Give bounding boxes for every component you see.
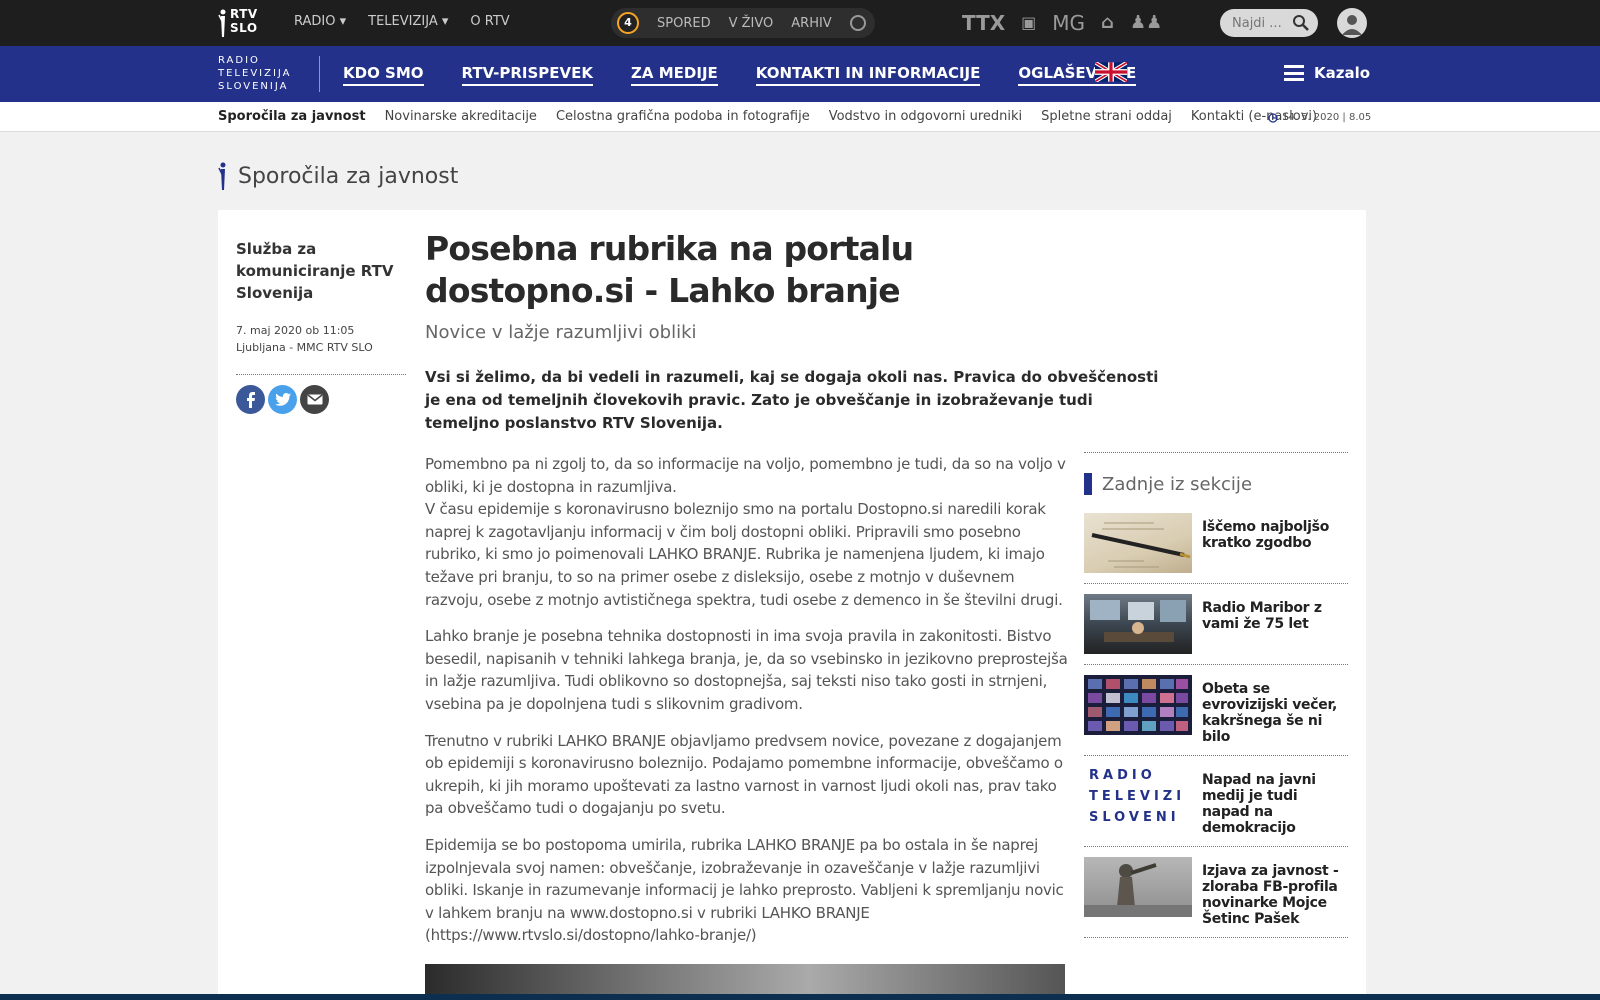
search-box [1220,9,1318,37]
subnav-spletne-strani[interactable]: Spletne strani oddaj [1041,109,1172,124]
nav-radio[interactable]: RADIO ▾ [294,14,346,29]
user-avatar-icon[interactable] [1337,8,1367,38]
search-icon[interactable] [1292,14,1310,32]
facebook-icon[interactable] [236,385,265,414]
twitter-icon[interactable] [268,385,297,414]
nav-televizija[interactable]: TELEVIZIJA ▾ [368,14,448,29]
subnav-akreditacije[interactable]: Novinarske akreditacije [385,109,537,124]
top-nav: RADIO ▾ TELEVIZIJA ▾ O RTV [294,14,510,29]
subnav-sporocila[interactable]: Sporočila za javnost [218,109,366,124]
sub-nav: Sporočila za javnost Novinarske akredita… [0,102,1600,132]
chevron-down-icon: ▾ [339,14,347,29]
nav-radio-label: RADIO [294,14,336,29]
bottom-bar [0,994,1600,1000]
email-icon[interactable] [300,385,329,414]
nav-televizija-label: TELEVIZIJA [368,14,438,29]
main-nav-bar: RADIO TELEVIZIJA SLOVENIJA KDO SMO RTV-P… [0,46,1600,102]
subnav-vodstvo[interactable]: Vodstvo in odgovorni uredniki [829,109,1022,124]
current-date: 14. 5. 2020 | 8.05 [1268,112,1371,123]
mg-icon[interactable]: MG [1052,9,1085,37]
rtv-figure-icon [218,9,226,37]
clock-icon [1268,112,1278,123]
sidebar-item-title: Radio Maribor z vami že 75 let [1202,600,1322,632]
ttx-icon[interactable]: TTX [962,9,1005,37]
logo-text-slo: SLO [230,21,258,35]
kazalo-label: Kazalo [1314,64,1371,82]
top-bar: RTV SLO RADIO ▾ TELEVIZIJA ▾ O RTV 4 SPOR… [0,0,1600,46]
spored-link[interactable]: SPORED [657,16,711,31]
date-text: 14. 5. 2020 | 8.05 [1282,112,1372,123]
article-author[interactable]: Služba za komuniciranje RTV Slovenija [236,238,406,304]
article-paragraph: Lahko branje je posebna tehnika dostopno… [425,627,1068,713]
sidebar-item-title: Obeta se evrovizijski večer, kakršnega š… [1202,681,1338,745]
article-paragraph: Trenutno v rubriki LAHKO BRANJE objavlja… [425,731,1063,818]
thumbnail-image: RADIO TELEVIZI SLOVENI [1084,766,1192,826]
sidebar-item-title: Izjava za javnost - zloraba FB-profila n… [1202,863,1339,927]
article-paragraph: Pomembno pa ni zgolj to, da so informaci… [425,453,1073,611]
people-icon[interactable]: ♟♟ [1130,9,1162,37]
english-flag-icon[interactable] [1095,62,1127,82]
hamburger-icon [1284,65,1304,81]
sidebar-item[interactable]: Iščemo najboljšo kratko zgodbo [1084,513,1348,584]
brand-icons: TTX ▣ MG ⌂ ♟♟ [962,9,1162,37]
main-nav: KDO SMO RTV-PRISPEVEK ZA MEDIJE KONTAKTI… [343,64,1137,86]
rtv-figure-icon [218,162,226,190]
sidebar-item[interactable]: Radio Maribor z vami že 75 let [1084,594,1348,665]
paragraph-text: Pomembno pa ni zgolj to, da so informaci… [425,455,1066,496]
rtv-slo-logo[interactable]: RTV SLO [218,7,270,39]
otv-icon[interactable]: ▣ [1021,9,1036,37]
accent-bar [1084,473,1092,495]
thumbnail-image [1084,675,1192,735]
thumbnail-image [1084,594,1192,654]
chevron-down-icon: ▾ [441,14,449,29]
article-lead: Vsi si želimo, da bi vedeli in razumeli,… [425,368,1159,432]
thumbnail-image [1084,513,1192,573]
channel-4-icon[interactable]: 4 [617,12,639,34]
sidebar-item[interactable]: Obeta se evrovizijski večer, kakršnega š… [1084,675,1348,756]
sidebar-item-title: Napad na javni medij je tudi napad na de… [1202,772,1316,836]
sidebar-header: Zadnje iz sekcije [1084,473,1348,495]
article-date: 7. maj 2020 ob 11:05 [236,324,355,337]
section-header: Sporočila za javnost [218,162,458,190]
sidebar-item[interactable]: RADIO TELEVIZI SLOVENI Napad na javni me… [1084,766,1348,847]
thumbnail-logo-text: RADIO TELEVIZI SLOVENI [1089,767,1186,825]
search-input[interactable] [1232,14,1294,32]
article-meta: Služba za komuniciranje RTV Slovenija 7.… [236,238,406,414]
thumbnail-image [1084,857,1192,917]
nav-kdo-smo[interactable]: KDO SMO [343,64,424,86]
arhiv-link[interactable]: ARHIV [791,16,831,31]
org-line-televizija: TELEVIZIJA [218,68,292,79]
article-paragraph: Epidemija se bo postopoma umirila, rubri… [425,835,1064,945]
sidebar-title: Zadnje iz sekcije [1102,473,1253,495]
nav-o-rtv[interactable]: O RTV [470,14,509,29]
rtv-house-icon[interactable]: ⌂ [1101,9,1114,37]
divider [319,56,320,92]
org-name[interactable]: RADIO TELEVIZIJA SLOVENIJA [218,54,292,93]
article-body: Pomembno pa ni zgolj to, da so informaci… [425,453,1073,961]
article-headline: Posebna rubrika na portalu dostopno.si -… [425,229,914,310]
divider [1084,452,1348,453]
sidebar-item[interactable]: Izjava za javnost - zloraba FB-profila n… [1084,857,1348,938]
v-zivo-link[interactable]: V ŽIVO [729,16,774,31]
kazalo-button[interactable]: Kazalo [1284,64,1370,82]
article-place: Ljubljana - MMC RTV SLO [236,341,373,354]
media-pill: 4 SPORED V ŽIVO ARHIV [611,8,875,38]
latest-section-sidebar: Zadnje iz sekcije Iščemo najboljšo kratk… [1084,452,1348,938]
share-buttons [236,385,406,414]
org-line-slovenija: SLOVENIJA [218,81,289,92]
org-line-radio: RADIO [218,55,260,66]
nav-kontakti[interactable]: KONTAKTI IN INFORMACIJE [755,64,981,86]
nav-za-medije[interactable]: ZA MEDIJE [631,64,718,86]
nav-rtv-prispevek[interactable]: RTV-PRISPEVEK [461,64,594,86]
podcast-icon[interactable] [849,15,866,31]
subnav-graficna-podoba[interactable]: Celostna grafična podoba in fotografije [556,109,810,124]
divider [236,374,406,375]
paragraph-text: V času epidemije s koronavirusno bolezni… [425,500,1063,609]
sidebar-item-title: Iščemo najboljšo kratko zgodbo [1202,519,1330,551]
section-title: Sporočila za javnost [238,163,459,189]
article-subtitle: Novice v lažje razumljivi obliki [425,322,697,343]
logo-text-rtv: RTV [230,7,258,21]
